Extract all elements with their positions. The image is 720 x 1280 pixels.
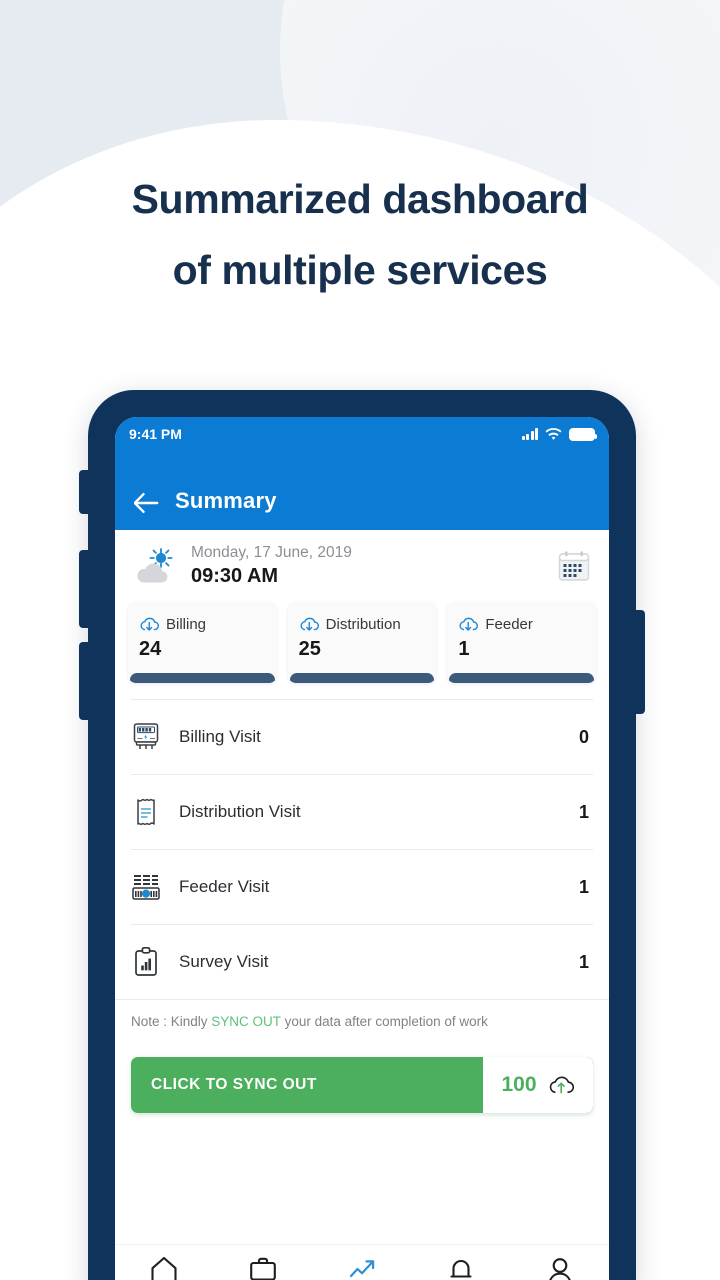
- nav-item-alerts[interactable]: [411, 1254, 510, 1280]
- sync-note: Note : Kindly SYNC OUT your data after c…: [115, 999, 609, 1029]
- stat-card-label: Distribution: [325, 616, 401, 633]
- stat-card-value: 24: [139, 638, 162, 660]
- current-time: 09:30 AM: [191, 565, 279, 587]
- stat-card-accent-bar: [130, 673, 275, 683]
- list-item-survey-visit[interactable]: Survey Visit 1: [131, 924, 593, 999]
- phone-screen: 9:41 PM Summary Monday, 17 June, 2019 09…: [115, 417, 609, 1280]
- cloud-download-icon: [300, 617, 319, 631]
- person-icon: [548, 1258, 571, 1280]
- list-item-distribution-visit[interactable]: Distribution Visit 1: [131, 774, 593, 849]
- mute-switch[interactable]: [79, 470, 89, 514]
- stat-card-label: Feeder: [485, 616, 533, 633]
- sync-out-label: CLICK TO SYNC OUT: [151, 1076, 317, 1093]
- list-item-count: 0: [578, 726, 589, 747]
- status-bar-time: 9:41 PM: [129, 426, 182, 442]
- trending-up-icon: [349, 1260, 375, 1278]
- headline-line-2: of multiple services: [172, 246, 548, 293]
- headline-line-1: Summarized dashboard: [131, 176, 589, 222]
- cellular-signal-icon: [521, 428, 538, 440]
- volume-down-button[interactable]: [79, 642, 89, 720]
- stat-card-label: Billing: [166, 616, 207, 633]
- promo-headline: Summarized dashboard of multiple service…: [0, 164, 720, 305]
- stat-card-accent-bar: [449, 673, 595, 683]
- cloud-download-icon: [140, 617, 159, 631]
- page-title: Summary: [175, 488, 277, 513]
- stat-card-distribution[interactable]: Distribution 25: [287, 602, 437, 683]
- stat-card-row: Billing 24 Distribution 25 Feeder 1: [115, 600, 609, 699]
- bell-icon: [450, 1260, 472, 1278]
- nav-item-home[interactable]: [115, 1254, 214, 1280]
- sync-button-area: CLICK TO SYNC OUT 100: [115, 1029, 609, 1125]
- stat-card-value: 1: [458, 638, 470, 660]
- calendar-icon[interactable]: [557, 550, 591, 582]
- nav-item-reports[interactable]: [313, 1254, 412, 1280]
- stat-card-header: Feeder: [458, 616, 585, 633]
- stat-card-header: Distribution: [299, 616, 426, 633]
- sync-count-badge[interactable]: 100: [483, 1057, 593, 1113]
- stat-card-value: 25: [298, 638, 321, 660]
- promo-screenshot: Summarized dashboard of multiple service…: [0, 0, 720, 1280]
- note-prefix: Note : Kindly: [131, 1014, 212, 1029]
- volume-up-button[interactable]: [79, 550, 89, 628]
- date-time-row: Monday, 17 June, 2019 09:30 AM: [115, 530, 609, 600]
- feeder-station-icon: [132, 875, 160, 900]
- briefcase-icon: [250, 1257, 277, 1280]
- battery-full-icon: [569, 427, 597, 441]
- stat-card-feeder[interactable]: Feeder 1: [447, 602, 597, 683]
- wifi-icon: [545, 427, 562, 440]
- list-item-count: 1: [578, 951, 589, 972]
- list-item-count: 1: [578, 801, 589, 822]
- note-highlight: SYNC OUT: [211, 1014, 281, 1029]
- partly-cloudy-day-icon: [137, 548, 173, 583]
- phone-frame: 9:41 PM Summary Monday, 17 June, 2019 09…: [79, 390, 645, 1280]
- clipboard-chart-icon: [135, 946, 157, 976]
- list-item-label: Billing Visit: [179, 727, 261, 746]
- stat-card-header: Billing: [139, 616, 266, 633]
- home-icon: [151, 1256, 177, 1280]
- list-item-label: Survey Visit: [179, 952, 269, 971]
- nav-item-profile[interactable]: [510, 1254, 609, 1280]
- date-time-text: Monday, 17 June, 2019 09:30 AM: [191, 544, 543, 588]
- list-item-label: Distribution Visit: [179, 802, 301, 821]
- status-bar: 9:41 PM: [115, 417, 609, 451]
- app-bar: Summary: [115, 451, 609, 530]
- bottom-navigation-bar: [115, 1244, 609, 1280]
- electric-meter-icon: [133, 723, 159, 749]
- list-item-label: Feeder Visit: [179, 877, 270, 896]
- cloud-download-icon: [459, 617, 479, 631]
- list-item-billing-visit[interactable]: Billing Visit 0: [131, 699, 593, 774]
- arrow-left-icon[interactable]: [133, 492, 159, 514]
- list-item-count: 1: [578, 876, 589, 897]
- receipt-icon: [137, 798, 155, 826]
- sync-count-value: 100: [501, 1073, 537, 1096]
- status-bar-indicators: [521, 427, 597, 441]
- list-item-feeder-visit[interactable]: Feeder Visit 1: [131, 849, 593, 924]
- sync-out-button[interactable]: CLICK TO SYNC OUT 100: [131, 1057, 593, 1113]
- current-date: Monday, 17 June, 2019: [191, 544, 352, 561]
- nav-item-work[interactable]: [214, 1254, 313, 1280]
- visit-list: Billing Visit 0 Distribution Visit 1 Fee…: [115, 699, 609, 999]
- stat-card-accent-bar: [289, 673, 435, 683]
- cloud-upload-icon: [549, 1076, 574, 1094]
- stat-card-billing[interactable]: Billing 24: [128, 602, 277, 683]
- note-suffix: your data after completion of work: [280, 1014, 488, 1029]
- power-button[interactable]: [635, 610, 645, 714]
